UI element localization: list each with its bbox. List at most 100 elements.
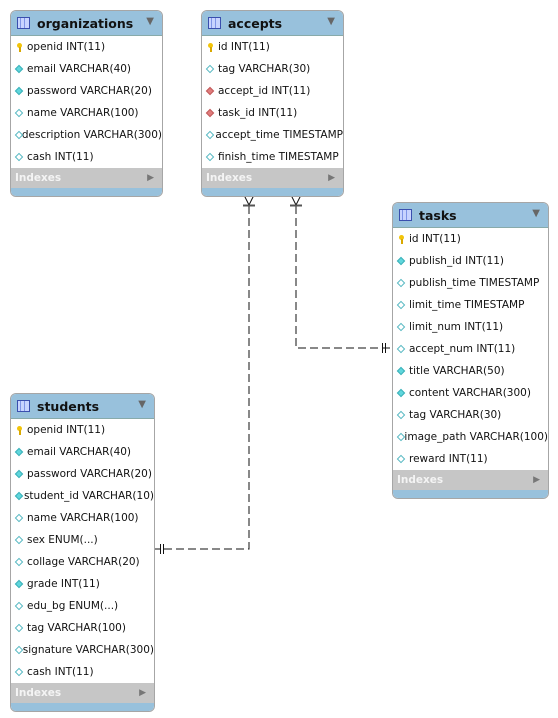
column-label: limit_num INT(11): [409, 321, 504, 333]
expand-arrow-icon[interactable]: ▶: [533, 475, 540, 485]
column-label: openid INT(11): [27, 41, 106, 53]
nullable-column-icon: [397, 411, 406, 420]
column-row[interactable]: collage VARCHAR(20): [11, 551, 154, 573]
column-row[interactable]: openid INT(11): [11, 36, 162, 58]
entity-name: tasks: [419, 207, 457, 223]
table-icon: [17, 400, 30, 412]
column-label: name VARCHAR(100): [27, 107, 139, 119]
expand-arrow-icon[interactable]: ▶: [139, 688, 146, 698]
primary-key-icon: [397, 234, 406, 244]
collapse-arrow-icon[interactable]: ▼: [532, 208, 540, 219]
column-label: grade INT(11): [27, 578, 100, 590]
column-row[interactable]: name VARCHAR(100): [11, 102, 162, 124]
relationship-accepts-tasks[interactable]: [290, 194, 392, 353]
collapse-arrow-icon[interactable]: ▼: [146, 16, 154, 27]
not-null-column-icon: [15, 470, 24, 479]
column-row[interactable]: grade INT(11): [11, 573, 154, 595]
expand-arrow-icon[interactable]: ▶: [147, 173, 154, 183]
column-row[interactable]: tag VARCHAR(100): [11, 617, 154, 639]
column-label: password VARCHAR(20): [27, 85, 152, 97]
not-null-column-icon: [15, 65, 24, 74]
column-row[interactable]: password VARCHAR(20): [11, 80, 162, 102]
column-label: edu_bg ENUM(...): [27, 600, 119, 612]
column-row[interactable]: task_id INT(11): [202, 102, 343, 124]
column-row[interactable]: content VARCHAR(300): [393, 382, 548, 404]
column-row[interactable]: accept_id INT(11): [202, 80, 343, 102]
column-label: accept_num INT(11): [409, 343, 516, 355]
column-row[interactable]: accept_num INT(11): [393, 338, 548, 360]
column-row[interactable]: email VARCHAR(40): [11, 58, 162, 80]
column-row[interactable]: limit_time TIMESTAMP: [393, 294, 548, 316]
entity-footer: [393, 490, 548, 498]
indexes-section[interactable]: Indexes ▶: [202, 168, 343, 188]
indexes-label: Indexes: [206, 172, 253, 184]
indexes-section[interactable]: Indexes ▶: [11, 168, 162, 188]
entity-header[interactable]: tasks ▼: [393, 203, 548, 228]
column-label: email VARCHAR(40): [27, 63, 132, 75]
column-row[interactable]: finish_time TIMESTAMP: [202, 146, 343, 168]
column-row[interactable]: publish_time TIMESTAMP: [393, 272, 548, 294]
not-null-column-icon: [397, 257, 406, 266]
nullable-column-icon: [206, 153, 215, 162]
column-row[interactable]: openid INT(11): [11, 419, 154, 441]
entity-name: students: [37, 398, 100, 414]
column-row[interactable]: id INT(11): [202, 36, 343, 58]
column-label: tag VARCHAR(30): [218, 63, 311, 75]
column-label: image_path VARCHAR(100): [404, 431, 548, 443]
nullable-column-icon: [15, 514, 24, 523]
column-label: openid INT(11): [27, 424, 106, 436]
column-label: publish_id INT(11): [409, 255, 505, 267]
column-label: cash INT(11): [27, 666, 94, 678]
column-row[interactable]: email VARCHAR(40): [11, 441, 154, 463]
indexes-label: Indexes: [397, 474, 444, 486]
entity-footer: [11, 188, 162, 196]
column-label: signature VARCHAR(300): [22, 644, 154, 656]
column-row[interactable]: student_id VARCHAR(10): [11, 485, 154, 507]
foreign-key-icon: [206, 87, 215, 96]
column-row[interactable]: sex ENUM(...): [11, 529, 154, 551]
column-row[interactable]: id INT(11): [393, 228, 548, 250]
nullable-column-icon: [15, 668, 24, 677]
column-label: cash INT(11): [27, 151, 94, 163]
column-row[interactable]: description VARCHAR(300): [11, 124, 162, 146]
column-label: finish_time TIMESTAMP: [218, 151, 339, 163]
column-label: reward INT(11): [409, 453, 488, 465]
entity-header[interactable]: organizations ▼: [11, 11, 162, 36]
entity-students[interactable]: students ▼ openid INT(11) email VARCHAR(…: [10, 393, 155, 712]
entity-name: organizations: [37, 15, 134, 31]
entity-header[interactable]: accepts ▼: [202, 11, 343, 36]
foreign-key-icon: [206, 109, 215, 118]
column-row[interactable]: password VARCHAR(20): [11, 463, 154, 485]
collapse-arrow-icon[interactable]: ▼: [327, 16, 335, 27]
column-label: accept_time TIMESTAMP: [215, 129, 343, 141]
nullable-column-icon: [15, 536, 24, 545]
entity-tasks[interactable]: tasks ▼ id INT(11) publish_id INT(11) pu…: [392, 202, 549, 499]
column-row[interactable]: reward INT(11): [393, 448, 548, 470]
column-row[interactable]: name VARCHAR(100): [11, 507, 154, 529]
entity-organizations[interactable]: organizations ▼ openid INT(11) email VAR…: [10, 10, 163, 197]
table-icon: [17, 17, 30, 29]
column-row[interactable]: edu_bg ENUM(...): [11, 595, 154, 617]
column-row[interactable]: accept_time TIMESTAMP: [202, 124, 343, 146]
entity-accepts[interactable]: accepts ▼ id INT(11) tag VARCHAR(30) acc…: [201, 10, 344, 197]
column-row[interactable]: tag VARCHAR(30): [202, 58, 343, 80]
column-row[interactable]: tag VARCHAR(30): [393, 404, 548, 426]
column-label: collage VARCHAR(20): [27, 556, 140, 568]
indexes-label: Indexes: [15, 172, 62, 184]
column-row[interactable]: cash INT(11): [11, 661, 154, 683]
column-label: title VARCHAR(50): [409, 365, 505, 377]
nullable-column-icon: [397, 433, 401, 442]
column-row[interactable]: cash INT(11): [11, 146, 162, 168]
relationship-accepts-students[interactable]: [155, 194, 255, 554]
entity-header[interactable]: students ▼: [11, 394, 154, 419]
column-row[interactable]: signature VARCHAR(300): [11, 639, 154, 661]
nullable-column-icon: [397, 345, 406, 354]
column-row[interactable]: publish_id INT(11): [393, 250, 548, 272]
column-row[interactable]: image_path VARCHAR(100): [393, 426, 548, 448]
indexes-section[interactable]: Indexes ▶: [393, 470, 548, 490]
expand-arrow-icon[interactable]: ▶: [328, 173, 335, 183]
column-row[interactable]: title VARCHAR(50): [393, 360, 548, 382]
indexes-section[interactable]: Indexes ▶: [11, 683, 154, 703]
column-row[interactable]: limit_num INT(11): [393, 316, 548, 338]
collapse-arrow-icon[interactable]: ▼: [138, 399, 146, 410]
